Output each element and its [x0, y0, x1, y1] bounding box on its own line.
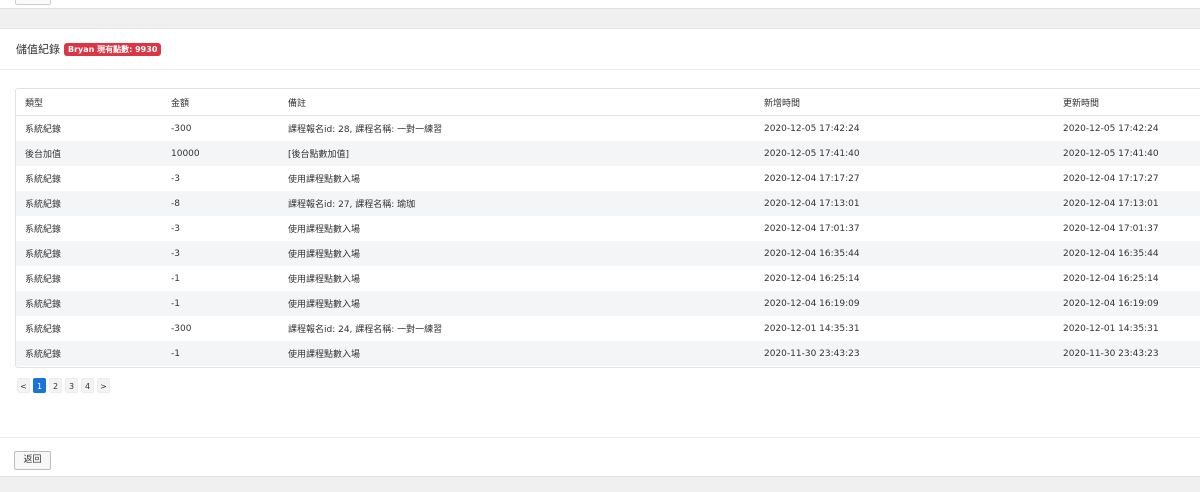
cell-note: 課程報名id: 24, 課程名稱: 一對一練習: [288, 325, 443, 335]
cell-updated-at: 2020-12-04 16:19:09: [1054, 291, 1200, 316]
cell-updated-at: 2020-12-01 14:35:31: [1063, 323, 1159, 334]
cell-created-at: 2020-12-04 17:13:01: [755, 191, 1054, 216]
back-button[interactable]: 返回: [14, 451, 51, 470]
records-table: 類型 金額 備註 新增時間 更新時間 系統紀錄 -300 課程報名id: 28, 課…: [16, 89, 1200, 366]
cell-amount: -3: [162, 241, 279, 266]
pagination: < 1 2 3 4 >: [17, 378, 110, 393]
card-header: 儲值紀錄 Bryan 現有點數: 9930: [0, 29, 1200, 70]
top-strip: [0, 0, 1200, 9]
cell-type: 後台加值: [16, 141, 162, 166]
table-row: 系統紀錄 -300 課程報名id: 28, 課程名稱: 一對一練習 2020-12-0…: [16, 116, 1200, 142]
table-row: 系統紀錄 -1 使用課程點數入場 2020-12-04 16:25:14 2020-12…: [16, 266, 1200, 291]
cell-type: 系統紀錄: [16, 191, 162, 216]
next-page-button[interactable]: >: [97, 378, 110, 393]
cell-amount: -1: [171, 273, 180, 284]
cell-updated-at: 2020-12-05 17:41:40: [1054, 141, 1200, 166]
cell-updated-at: 2020-12-04 17:17:27: [1063, 173, 1159, 184]
table-row: 後台加值 10000 [後台點數加值] 2020-12-05 17:41:40 2020…: [16, 141, 1200, 166]
cell-created-at: 2020-12-04 16:25:14: [764, 273, 860, 284]
cell-type: 系統紀錄: [25, 125, 62, 135]
cell-created-at: 2020-12-05 17:41:40: [755, 141, 1054, 166]
column-header-created[interactable]: 新增時間: [755, 89, 1054, 116]
column-header-amount[interactable]: 金額: [162, 89, 279, 116]
page-2-button[interactable]: 2: [49, 378, 62, 393]
cell-type: 系統紀錄: [16, 241, 162, 266]
deposit-records-card: 儲值紀錄 Bryan 現有點數: 9930 類型 金額 備註 新增時間 更新時間…: [0, 28, 1200, 477]
cell-created-at: 2020-12-05 17:42:24: [764, 123, 860, 134]
cell-amount: -300: [171, 123, 192, 134]
cell-amount: -8: [162, 191, 279, 216]
cell-created-at: 2020-12-04 17:01:37: [764, 223, 860, 234]
cell-updated-at: 2020-12-04 16:25:14: [1063, 273, 1159, 284]
page-1-button[interactable]: 1: [33, 378, 46, 393]
table-row: 系統紀錄 -8 課程報名id: 27, 課程名稱: 瑜珈 2020-12-04 17:…: [16, 191, 1200, 216]
cell-type: 系統紀錄: [25, 175, 62, 185]
column-header-type[interactable]: 類型: [16, 89, 162, 116]
cell-type: 系統紀錄: [25, 325, 62, 335]
column-header-updated[interactable]: 更新時間: [1054, 89, 1200, 116]
cell-type: 系統紀錄: [25, 275, 62, 285]
page-title: 儲值紀錄: [16, 43, 60, 56]
cell-created-at: 2020-12-04 16:35:44: [755, 241, 1054, 266]
cell-note: 使用課程點數入場: [288, 275, 361, 285]
cell-created-at: 2020-12-04 16:19:09: [755, 291, 1054, 316]
table-row: 系統紀錄 -300 課程報名id: 24, 課程名稱: 一對一練習 2020-12-0…: [16, 316, 1200, 341]
card-footer: 返回: [0, 437, 1200, 476]
cell-amount: -300: [171, 323, 192, 334]
table-row: 系統紀錄 -3 使用課程點數入場 2020-12-04 17:01:37 2020-12…: [16, 216, 1200, 241]
cell-amount: -1: [162, 341, 279, 366]
prev-page-button[interactable]: <: [17, 378, 30, 393]
records-table-container: 類型 金額 備註 新增時間 更新時間 系統紀錄 -300 課程報名id: 28, 課…: [15, 88, 1200, 368]
page-4-button[interactable]: 4: [81, 378, 94, 393]
cell-note: [後台點數加值]: [279, 141, 755, 166]
table-row: 系統紀錄 -3 使用課程點數入場 2020-12-04 17:17:27 2020-12…: [16, 166, 1200, 191]
cell-type: 系統紀錄: [16, 341, 162, 366]
cell-amount: -3: [171, 173, 180, 184]
table-row: 系統紀錄 -3 使用課程點數入場 2020-12-04 16:35:44 2020-12…: [16, 241, 1200, 266]
table-header-row: 類型 金額 備註 新增時間 更新時間: [16, 89, 1200, 116]
cell-note: 課程報名id: 27, 課程名稱: 瑜珈: [279, 191, 755, 216]
cell-amount: -3: [171, 223, 180, 234]
cell-note: 使用課程點數入場: [288, 225, 361, 235]
page-3-button[interactable]: 3: [65, 378, 78, 393]
cell-updated-at: 2020-12-04 17:01:37: [1063, 223, 1159, 234]
cell-updated-at: 2020-12-05 17:42:24: [1063, 123, 1159, 134]
cell-note: 使用課程點數入場: [279, 291, 755, 316]
cell-created-at: 2020-12-04 17:17:27: [764, 173, 860, 184]
cell-type: 系統紀錄: [25, 225, 62, 235]
cell-created-at: 2020-11-30 23:43:23: [755, 341, 1054, 366]
top-partial-button[interactable]: [15, 0, 51, 5]
cell-updated-at: 2020-12-04 16:35:44: [1054, 241, 1200, 266]
table-row: 系統紀錄 -1 使用課程點數入場 2020-12-04 16:19:09 2020-12…: [16, 291, 1200, 316]
cell-created-at: 2020-12-01 14:35:31: [764, 323, 860, 334]
cell-amount: -1: [162, 291, 279, 316]
cell-note: 使用課程點數入場: [279, 241, 755, 266]
cell-note: 課程報名id: 28, 課程名稱: 一對一練習: [288, 125, 443, 135]
cell-note: 使用課程點數入場: [288, 175, 361, 185]
table-row: 系統紀錄 -1 使用課程點數入場 2020-11-30 23:43:23 2020-11…: [16, 341, 1200, 366]
cell-amount: 10000: [162, 141, 279, 166]
column-header-note[interactable]: 備註: [279, 89, 755, 116]
cell-note: 使用課程點數入場: [279, 341, 755, 366]
cell-type: 系統紀錄: [16, 291, 162, 316]
cell-updated-at: 2020-12-04 17:13:01: [1054, 191, 1200, 216]
cell-updated-at: 2020-11-30 23:43:23: [1054, 341, 1200, 366]
points-badge: Bryan 現有點數: 9930: [64, 42, 162, 56]
